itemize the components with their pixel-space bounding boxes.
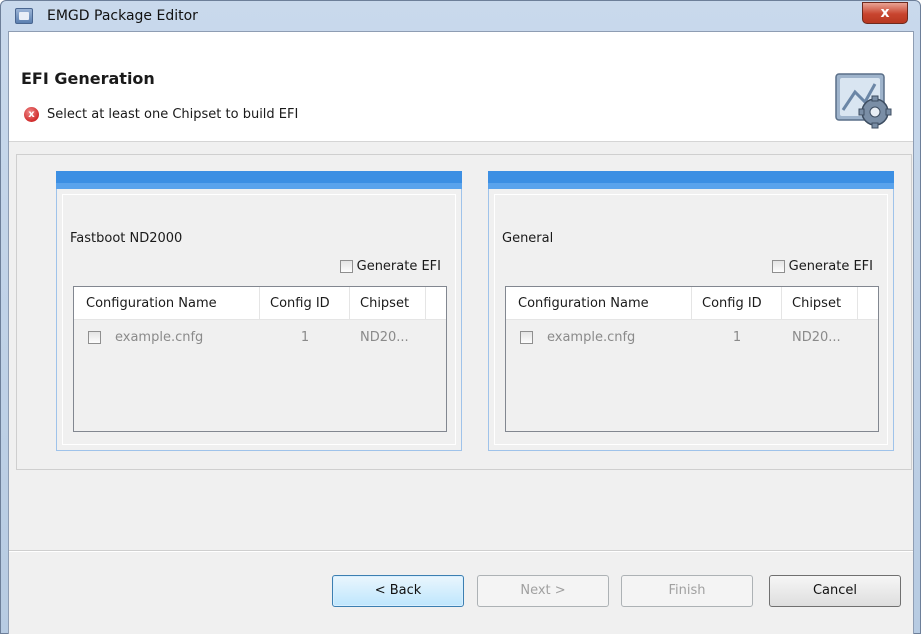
column-header-config-id[interactable]: Config ID [692, 287, 782, 319]
cell-config-id: 1 [732, 329, 742, 345]
cell-config-name: example.cnfg [74, 330, 260, 345]
close-button[interactable]: x [862, 2, 908, 24]
column-header-config-name[interactable]: Configuration Name [74, 287, 260, 319]
table-header: Configuration Name Config ID Chipset [74, 287, 446, 320]
column-header-chipset[interactable]: Chipset [350, 287, 426, 319]
cell-chipset: ND20... [792, 329, 841, 345]
finish-button[interactable]: Finish [621, 575, 753, 607]
config-table[interactable]: Configuration Name Config ID Chipset exa… [505, 286, 879, 432]
title-bar[interactable]: EMGD Package Editor x [1, 1, 920, 31]
content-panel: Fastboot ND2000 Generate EFI Configurati… [16, 154, 912, 470]
group-title: General [502, 231, 554, 246]
config-table[interactable]: Configuration Name Config ID Chipset exa… [73, 286, 447, 432]
next-button[interactable]: Next > [477, 575, 609, 607]
checkbox-box[interactable] [339, 260, 353, 273]
table-header: Configuration Name Config ID Chipset [506, 287, 878, 320]
group-header-bar [488, 171, 894, 183]
window-title: EMGD Package Editor [47, 8, 198, 24]
generate-efi-checkbox[interactable]: Generate EFI [771, 259, 873, 274]
checkbox-box[interactable] [771, 260, 785, 273]
group-fastboot: Fastboot ND2000 Generate EFI Configurati… [56, 171, 462, 451]
page-title: EFI Generation [21, 69, 155, 88]
column-header-config-id[interactable]: Config ID [260, 287, 350, 319]
error-message: Select at least one Chipset to build EFI [47, 107, 299, 122]
table-row[interactable]: example.cnfg 1 ND20... [506, 320, 878, 354]
config-name-text: example.cnfg [547, 329, 636, 345]
group-header-bar-lower [488, 183, 894, 189]
button-bar-separator-highlight [9, 551, 913, 552]
group-header-bar [56, 171, 462, 183]
cell-config-id: 1 [300, 329, 310, 345]
column-header-chipset[interactable]: Chipset [782, 287, 858, 319]
config-name-text: example.cnfg [115, 329, 204, 345]
row-checkbox[interactable] [88, 330, 101, 344]
dialog-window: EMGD Package Editor x EFI Generation x S… [0, 0, 921, 634]
row-checkbox[interactable] [520, 330, 533, 344]
gear-config-icon [835, 73, 892, 129]
app-icon [15, 8, 33, 24]
cancel-button[interactable]: Cancel [769, 575, 901, 607]
column-header-config-name[interactable]: Configuration Name [506, 287, 692, 319]
wizard-header: EFI Generation x Select at least one Chi… [9, 32, 913, 142]
dialog-client: EFI Generation x Select at least one Chi… [8, 31, 914, 634]
table-row[interactable]: example.cnfg 1 ND20... [74, 320, 446, 354]
generate-efi-checkbox[interactable]: Generate EFI [339, 259, 441, 274]
group-header-bar-lower [56, 183, 462, 189]
error-icon: x [24, 107, 39, 122]
group-title: Fastboot ND2000 [70, 231, 183, 246]
generate-efi-label: Generate EFI [356, 259, 441, 274]
group-general: General Generate EFI Configuration Name … [488, 171, 894, 451]
back-button[interactable]: < Back [332, 575, 464, 607]
cell-config-name: example.cnfg [506, 330, 692, 345]
cell-chipset: ND20... [360, 329, 409, 345]
generate-efi-label: Generate EFI [788, 259, 873, 274]
